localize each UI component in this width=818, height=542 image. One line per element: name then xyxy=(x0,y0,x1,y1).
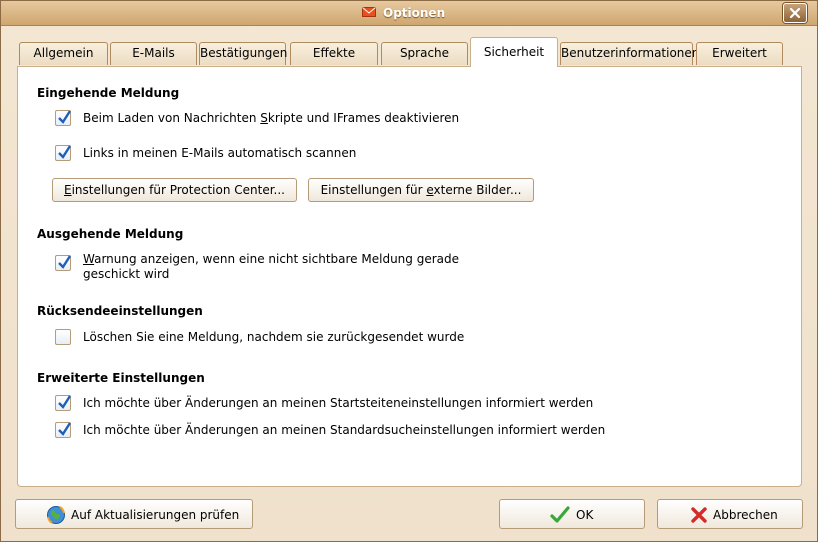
section-title-advanced: Erweiterte Einstellungen xyxy=(37,371,205,385)
tab-bestaetigungen[interactable]: Bestätigungen xyxy=(199,42,287,65)
check-updates-label: Auf Aktualisierungen prüfen xyxy=(71,508,240,522)
external-images-settings-button[interactable]: Einstellungen für externe Bilder... xyxy=(308,178,534,202)
checkmark-icon xyxy=(58,422,72,436)
ok-label: OK xyxy=(576,508,594,522)
tab-emails[interactable]: E-Mails xyxy=(110,42,197,65)
disable-scripts-checkbox[interactable] xyxy=(55,110,72,126)
ok-button[interactable]: OK xyxy=(499,499,645,529)
checkmark-icon xyxy=(58,395,72,409)
red-x-icon xyxy=(691,507,707,523)
checkmark-icon xyxy=(550,506,570,523)
tab-sicherheit[interactable]: Sicherheit xyxy=(470,37,558,67)
search-notify-checkbox[interactable] xyxy=(55,422,72,438)
options-dialog: Optionen Allgemein E-Mails Bestätigungen… xyxy=(0,0,818,542)
invisible-warning-checkbox[interactable] xyxy=(55,255,72,271)
section-title-incoming: Eingehende Meldung xyxy=(37,86,180,100)
cancel-label: Abbrechen xyxy=(713,508,778,522)
search-notify-label: Ich möchte über Änderungen an meinen Sta… xyxy=(83,423,606,437)
cancel-button[interactable]: Abbrechen xyxy=(657,499,803,529)
tab-sprache[interactable]: Sprache xyxy=(381,42,468,65)
globe-refresh-icon xyxy=(47,506,65,524)
delete-after-return-checkbox[interactable] xyxy=(55,329,71,345)
close-icon xyxy=(789,7,801,19)
window-title: Optionen xyxy=(383,6,446,20)
invisible-warning-label: Warnung anzeigen, wenn eine nicht sichtb… xyxy=(83,252,459,281)
tab-allgemein[interactable]: Allgemein xyxy=(19,42,108,65)
scan-links-label: Links in meinen E-Mails automatisch scan… xyxy=(83,146,357,160)
close-button[interactable] xyxy=(783,3,807,23)
tab-erweitert[interactable]: Erweitert xyxy=(696,42,783,65)
checkmark-icon xyxy=(58,255,72,269)
startpage-notify-label: Ich möchte über Änderungen an meinen Sta… xyxy=(83,396,594,410)
tab-effekte[interactable]: Effekte xyxy=(290,42,378,65)
protection-center-settings-button[interactable]: Einstellungen für Protection Center... xyxy=(52,178,297,202)
scan-links-checkbox[interactable] xyxy=(55,145,72,161)
title-bar[interactable]: Optionen xyxy=(1,1,817,26)
tab-benutzerinformationen[interactable]: Benutzerinformationen xyxy=(560,42,699,65)
checkmark-icon xyxy=(58,145,72,159)
delete-after-return-label: Löschen Sie eine Meldung, nachdem sie zu… xyxy=(83,330,465,344)
check-updates-button[interactable]: Auf Aktualisierungen prüfen xyxy=(15,499,253,529)
envelope-icon xyxy=(362,7,376,17)
checkmark-icon xyxy=(58,110,72,124)
security-panel: Eingehende Meldung Beim Laden von Nachri… xyxy=(17,66,802,487)
startpage-notify-checkbox[interactable] xyxy=(55,395,72,411)
disable-scripts-label: Beim Laden von Nachrichten Skripte und I… xyxy=(83,111,460,125)
section-title-outgoing: Ausgehende Meldung xyxy=(37,227,184,241)
section-title-return: Rücksendeeinstellungen xyxy=(37,304,203,318)
